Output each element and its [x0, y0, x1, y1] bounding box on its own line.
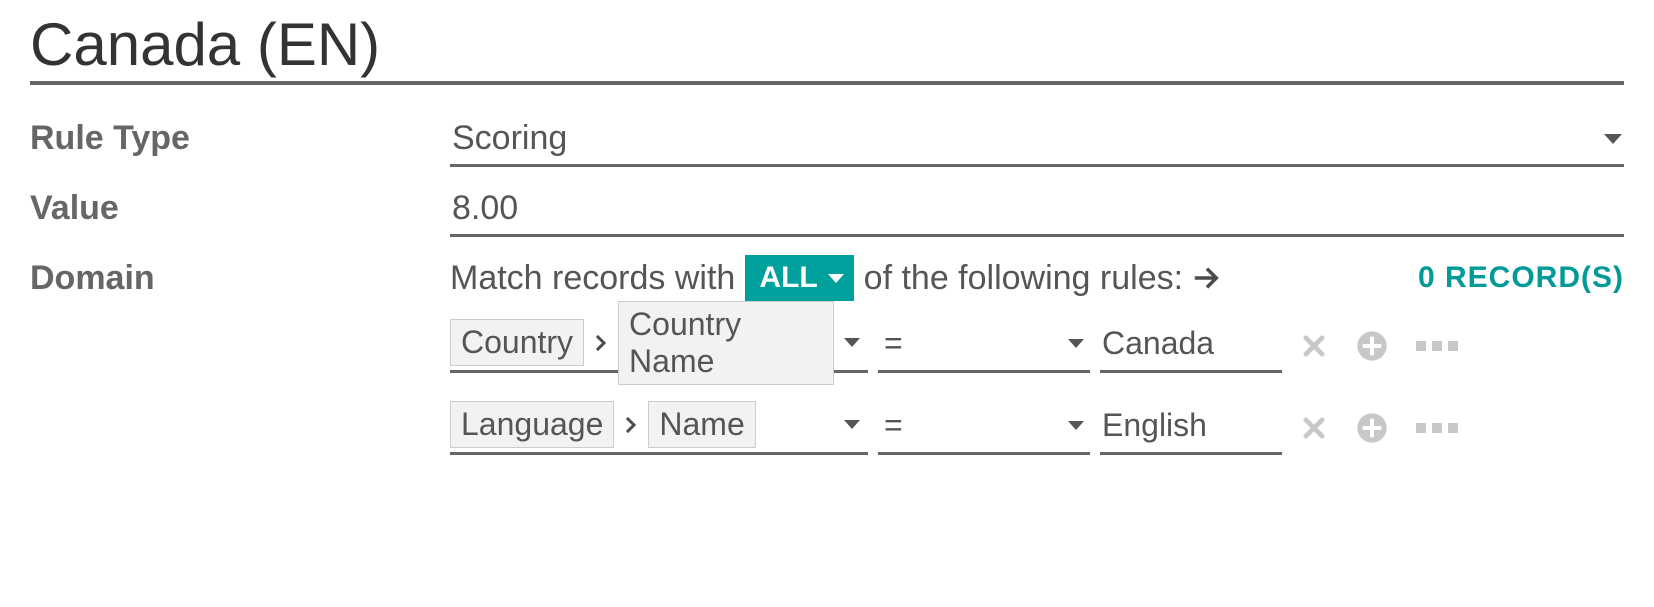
- add-rule-button[interactable]: [1356, 412, 1388, 444]
- domain-head: Match records with ALL of the following …: [450, 255, 1624, 301]
- rule-operator-value: =: [884, 407, 903, 444]
- value-label: Value: [30, 185, 450, 228]
- title-container: [30, 10, 1624, 85]
- rule-operator-value: =: [884, 325, 903, 362]
- ellipsis-icon: [1416, 341, 1458, 351]
- domain-rule-row: Language Name =: [450, 401, 1624, 455]
- add-rule-button[interactable]: [1356, 330, 1388, 362]
- domain-suffix: of the following rules:: [864, 259, 1183, 298]
- domain-rule-row: Country Country Name =: [450, 319, 1624, 373]
- chevron-right-icon: [592, 331, 610, 355]
- rule-field-chip[interactable]: Country Name: [618, 301, 834, 385]
- rule-value-input[interactable]: [1100, 401, 1282, 455]
- chevron-right-icon: [622, 413, 640, 437]
- domain-match-type-select[interactable]: ALL: [745, 255, 853, 301]
- rule-field-chip[interactable]: Language: [450, 401, 614, 448]
- more-actions-button[interactable]: [1416, 341, 1458, 351]
- rule-type-value: Scoring: [452, 119, 567, 158]
- more-actions-button[interactable]: [1416, 423, 1458, 433]
- domain-label: Domain: [30, 255, 450, 298]
- rule-field-select[interactable]: Language Name: [450, 401, 868, 455]
- caret-down-icon: [828, 274, 844, 283]
- delete-rule-button[interactable]: [1300, 332, 1328, 360]
- rule-field-select[interactable]: Country Country Name: [450, 319, 868, 373]
- caret-down-icon: [1068, 421, 1084, 430]
- caret-down-icon: [844, 338, 860, 347]
- caret-down-icon: [844, 420, 860, 429]
- rule-field-chip[interactable]: Name: [648, 401, 755, 448]
- delete-rule-button[interactable]: [1300, 414, 1328, 442]
- domain-prefix: Match records with: [450, 259, 735, 298]
- rule-operator-select[interactable]: =: [878, 319, 1090, 373]
- caret-down-icon: [1068, 339, 1084, 348]
- ellipsis-icon: [1416, 423, 1458, 433]
- rule-type-label: Rule Type: [30, 115, 450, 158]
- arrow-right-icon: [1193, 264, 1221, 292]
- rule-field-chip[interactable]: Country: [450, 319, 584, 366]
- rule-type-select[interactable]: Scoring: [450, 115, 1624, 167]
- rule-value-input[interactable]: [1100, 319, 1282, 373]
- rule-operator-select[interactable]: =: [878, 401, 1090, 455]
- domain-match-type-value: ALL: [759, 261, 817, 295]
- rule-name-input[interactable]: [30, 10, 1624, 79]
- records-link[interactable]: 0 RECORD(S): [1418, 261, 1624, 295]
- caret-down-icon: [1604, 134, 1622, 144]
- value-input[interactable]: [450, 185, 1624, 237]
